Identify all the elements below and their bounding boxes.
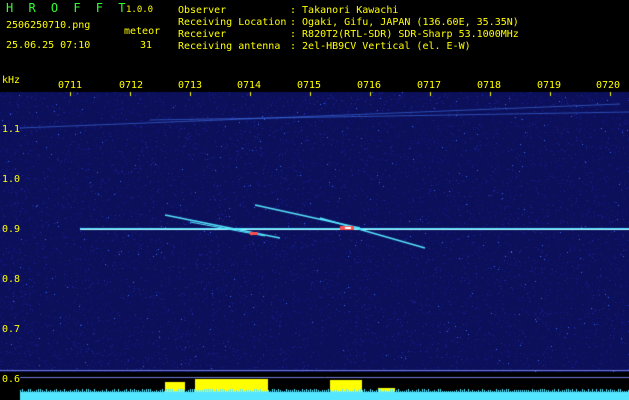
freq-tick: 0.9 <box>2 224 21 235</box>
meteor-label: meteor <box>124 26 161 37</box>
meteor-count: 31 <box>140 40 153 51</box>
time-tick: 0717 <box>417 80 442 91</box>
timestamp: 25.06.25 07:10 <box>6 40 91 51</box>
time-tick: 0719 <box>537 80 562 91</box>
app-logo: H R O F F T <box>6 1 130 15</box>
app-version: 1.0.0 <box>126 5 154 15</box>
meta-value-receiver: : R820T2(RTL-SDR) SDR-Sharp 53.1000MHz <box>290 29 519 40</box>
time-tick: 0714 <box>237 80 262 91</box>
meta-value-location: : Ogaki, Gifu, JAPAN (136.60E, 35.35N) <box>290 17 519 28</box>
freq-tick: 1.1 <box>2 124 21 135</box>
time-tick: 0718 <box>477 80 502 91</box>
time-tick: 0711 <box>58 80 83 91</box>
level-tick: 0.6 <box>2 374 21 385</box>
time-tick: 0715 <box>297 80 322 91</box>
time-tick: 0712 <box>119 80 144 91</box>
meta-value-antenna: : 2el-HB9CV Vertical (el. E-W) <box>290 41 471 52</box>
meta-key-observer: Observer <box>178 5 227 16</box>
meta-key-location: Receiving Location <box>178 17 287 28</box>
header-panel: H R O F F T 1.0.0 2506250710.png meteor … <box>0 0 629 72</box>
freq-tick: 1.0 <box>2 174 21 185</box>
time-tick: 0716 <box>357 80 382 91</box>
time-tick: 0713 <box>178 80 203 91</box>
freq-unit-label: kHz <box>2 75 21 86</box>
meta-key-antenna: Receiving antenna <box>178 41 281 52</box>
time-tick: 0720 <box>596 80 621 91</box>
meta-value-observer: : Takanori Kawachi <box>290 5 399 16</box>
freq-tick: 0.7 <box>2 324 21 335</box>
freq-tick: 0.8 <box>2 274 21 285</box>
file-name: 2506250710.png <box>6 20 91 31</box>
meta-key-receiver: Receiver <box>178 29 227 40</box>
